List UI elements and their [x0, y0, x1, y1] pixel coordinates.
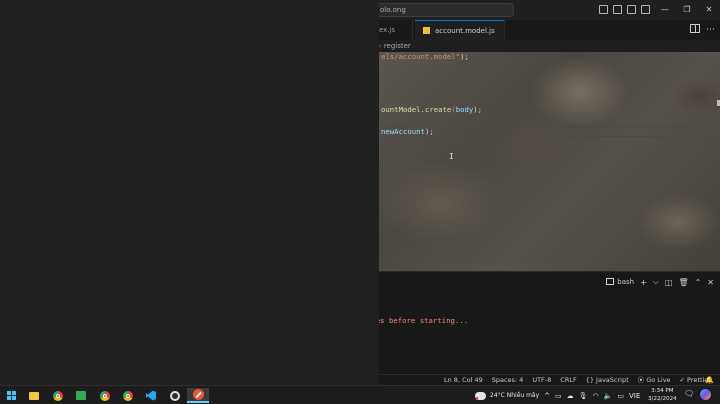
folder-icon	[29, 391, 39, 400]
volume-icon[interactable]: 🔈	[604, 392, 613, 400]
chrome-icon	[123, 390, 133, 401]
taskbar-vscode[interactable]	[140, 388, 162, 403]
terminal-output: nges before starting...	[379, 316, 469, 325]
trash-icon[interactable]: 🗑	[678, 278, 688, 287]
microphone-icon[interactable]: 🎙	[579, 392, 588, 400]
cursor-position[interactable]: Ln 8, Col 49	[444, 375, 483, 385]
split-editor-icon[interactable]	[690, 24, 700, 33]
toggle-secondary-sidebar-icon[interactable]	[627, 5, 636, 14]
notification-icon[interactable]: 🗨	[684, 389, 694, 398]
customize-layout-icon[interactable]	[641, 5, 650, 14]
chevron-down-icon[interactable]: ⌵	[653, 277, 659, 287]
function-token: ountModel.create	[381, 105, 452, 114]
string-token: els/account.model"	[381, 52, 461, 61]
onedrive-icon[interactable]: ☁	[567, 392, 574, 400]
minimize-button[interactable]: —	[654, 0, 676, 20]
punctuation-token: );	[424, 127, 434, 136]
close-panel-button[interactable]: ✕	[707, 278, 714, 287]
wallet-icon[interactable]: ▭	[555, 392, 562, 400]
close-button[interactable]: ✕	[698, 0, 720, 20]
terminal-shell-label: bash	[617, 278, 635, 286]
text-cursor-icon: I	[449, 152, 454, 161]
clock-time: 3:34 PM	[651, 388, 674, 394]
chrome-icon	[53, 390, 63, 401]
status-bar: Ln 8, Col 49 Spaces: 4 UTF-8 CRLF {} Jav…	[379, 374, 720, 385]
system-tray: 24°C Nhiều mây ^ ▭ ☁ 🎙 ◠ 🔈 ▭ VIE	[475, 386, 640, 404]
code-line: newAccount);	[381, 127, 434, 137]
terminal-shell-selector[interactable]: bash	[606, 278, 634, 286]
punctuation-token: );	[473, 105, 483, 114]
toggle-sidebar-icon[interactable]	[599, 5, 608, 14]
windows-logo-icon	[6, 391, 16, 400]
taskbar-store[interactable]	[70, 388, 92, 403]
punctuation-token: );	[460, 52, 469, 61]
input-language[interactable]: VIE	[629, 392, 640, 400]
variable-token: newAccount	[381, 127, 425, 136]
store-icon	[76, 391, 86, 400]
taskbar-git-app[interactable]	[187, 388, 209, 403]
taskbar-chrome-3[interactable]	[117, 388, 139, 403]
end-of-line[interactable]: CRLF	[560, 375, 576, 385]
weather-cloud-icon	[475, 391, 486, 400]
battery-icon[interactable]: ▭	[617, 392, 624, 400]
editor-tab-bar: ex.js account.model.js ⋯	[379, 20, 720, 40]
breadcrumb-item: register	[383, 42, 411, 50]
github-icon	[170, 390, 180, 401]
code-editor[interactable]: els/account.model"); ountModel.create(bo…	[379, 52, 720, 271]
restore-button[interactable]: ❐	[676, 0, 698, 20]
windows-taskbar: 24°C Nhiều mây ^ ▭ ☁ 🎙 ◠ 🔈 ▭ VIE 3:34 PM…	[0, 385, 720, 404]
split-terminal-button[interactable]: ◫	[665, 278, 673, 287]
git-icon	[192, 389, 204, 400]
code-line: els/account.model");	[381, 52, 469, 62]
layout-controls	[599, 3, 650, 17]
terminal-toolbar: bash + ⌵ ◫ 🗑 ⌃ ✕	[606, 275, 714, 289]
more-actions-icon[interactable]: ⋯	[706, 20, 715, 40]
taskbar-github-desktop[interactable]	[164, 388, 186, 403]
language-mode[interactable]: {} JavaScript	[586, 375, 629, 385]
file-encoding[interactable]: UTF-8	[532, 375, 551, 385]
start-button[interactable]	[0, 388, 22, 403]
chevron-right-icon: ›	[379, 42, 382, 50]
system-clock[interactable]: 3:34 PM 3/22/2024	[648, 387, 677, 403]
go-live-button[interactable]: ⦿ Go Live	[638, 375, 671, 385]
vscode-window: olo.ong — ❐ ✕ ex.js account.model.js ⋯ ›…	[379, 0, 720, 385]
command-center-search[interactable]: olo.ong	[379, 3, 514, 17]
toggle-panel-icon[interactable]	[613, 5, 622, 14]
new-terminal-button[interactable]: +	[640, 278, 647, 287]
clock-date: 3/22/2024	[648, 396, 677, 402]
code-line: ountModel.create(body);	[381, 105, 482, 115]
tab-label: account.model.js	[435, 27, 495, 35]
breadcrumb[interactable]: › register	[379, 40, 411, 52]
wifi-icon[interactable]: ◠	[593, 392, 599, 400]
title-bar: olo.ong — ❐ ✕	[379, 0, 720, 20]
window-controls: — ❐ ✕	[654, 0, 720, 20]
taskbar-chrome[interactable]	[47, 388, 69, 403]
indentation[interactable]: Spaces: 4	[492, 375, 524, 385]
tab-index-js[interactable]: ex.js	[379, 20, 413, 40]
bell-icon[interactable]: 🔔	[705, 375, 714, 385]
desktop-left-area	[0, 0, 379, 385]
tab-label: ex.js	[379, 26, 396, 34]
terminal-icon	[606, 278, 615, 285]
tray-overflow-icon[interactable]: ^	[544, 392, 550, 400]
js-file-icon	[423, 27, 430, 34]
taskbar-file-explorer[interactable]	[23, 388, 45, 403]
maximize-panel-button[interactable]: ⌃	[695, 278, 702, 287]
vscode-icon	[146, 390, 156, 401]
terminal-panel: bash + ⌵ ◫ 🗑 ⌃ ✕ nges before starting...	[379, 271, 720, 374]
weather-widget[interactable]: 24°C Nhiều mây	[490, 392, 539, 399]
variable-token: body	[455, 105, 474, 114]
taskbar-chrome-2[interactable]	[94, 388, 116, 403]
chrome-icon	[100, 390, 110, 401]
tab-account-model-js[interactable]: account.model.js	[415, 20, 505, 40]
copilot-icon[interactable]	[700, 389, 711, 400]
